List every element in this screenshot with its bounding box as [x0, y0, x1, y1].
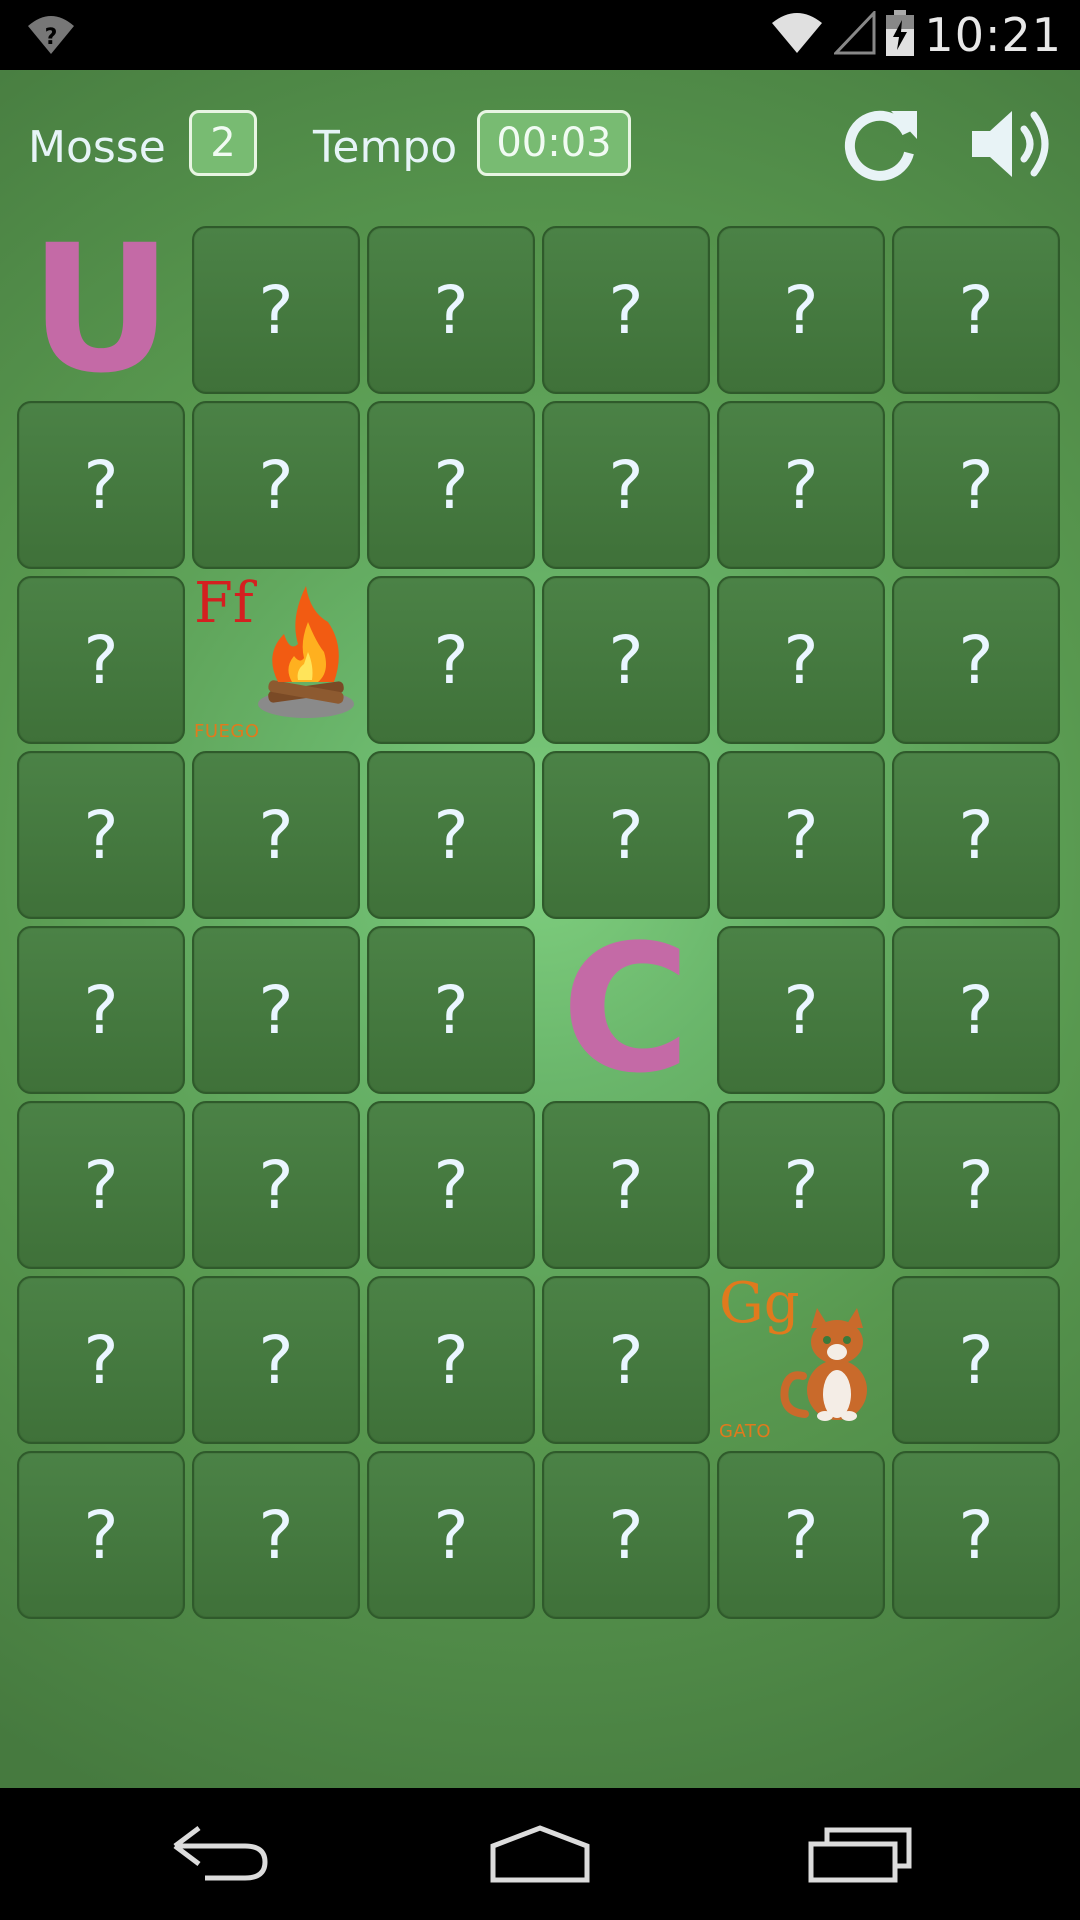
card-hidden[interactable]: ?	[892, 576, 1060, 744]
card-hidden[interactable]: ?	[192, 751, 360, 919]
card-hidden[interactable]: ?	[367, 1451, 535, 1619]
card-hidden[interactable]: ?	[17, 1276, 185, 1444]
card-hidden[interactable]: ?	[542, 1451, 710, 1619]
card-word: GATO	[719, 1421, 772, 1442]
card-hidden[interactable]: ?	[542, 226, 710, 394]
card-hidden[interactable]: ?	[192, 1276, 360, 1444]
card-hidden[interactable]: ?	[542, 751, 710, 919]
cat-icon	[775, 1302, 885, 1438]
navigation-bar	[0, 1788, 1080, 1920]
battery-charging-icon	[886, 10, 915, 60]
card-hidden[interactable]: ?	[892, 1276, 1060, 1444]
card-hidden[interactable]: ?	[192, 1451, 360, 1619]
card-hidden[interactable]: ?	[192, 1101, 360, 1269]
time-label: Tempo	[313, 122, 458, 173]
refresh-icon[interactable]	[832, 94, 932, 194]
status-bar: ? 10:21	[0, 0, 1080, 70]
campfire-icon	[250, 582, 360, 738]
wifi-icon	[770, 11, 824, 59]
card-hidden[interactable]: ?	[717, 1101, 885, 1269]
card-word: FUEGO	[194, 721, 260, 742]
card-hidden[interactable]: ?	[367, 926, 535, 1094]
moves-counter: 2	[189, 110, 257, 176]
card-hidden[interactable]: ?	[17, 751, 185, 919]
card-hidden[interactable]: ?	[717, 926, 885, 1094]
card-hidden[interactable]: ?	[17, 1101, 185, 1269]
hud: Mosse 2 Tempo 00:03	[0, 110, 1080, 182]
signal-icon	[832, 9, 876, 59]
card-hidden[interactable]: ?	[717, 401, 885, 569]
card-hidden[interactable]: ?	[892, 1451, 1060, 1619]
card-hidden[interactable]: ?	[17, 1451, 185, 1619]
card-revealed[interactable]: C	[542, 922, 710, 1098]
card-revealed[interactable]: Gg GATO	[717, 1276, 885, 1444]
card-grid: U???????????? Ff FUEGO????????????? C??????…	[17, 222, 1060, 1619]
card-hidden[interactable]: ?	[17, 576, 185, 744]
card-hidden[interactable]: ?	[717, 751, 885, 919]
speaker-icon[interactable]	[966, 94, 1066, 194]
svg-text:?: ?	[45, 25, 58, 50]
card-hidden[interactable]: ?	[717, 1451, 885, 1619]
moves-label: Mosse	[28, 122, 166, 173]
game-area: Mosse 2 Tempo 00:03 U???????????? Ff FUEGO…	[0, 70, 1080, 1788]
card-hidden[interactable]: ?	[542, 401, 710, 569]
back-icon[interactable]	[150, 1812, 290, 1896]
card-hidden[interactable]: ?	[192, 401, 360, 569]
card-hidden[interactable]: ?	[542, 576, 710, 744]
card-hidden[interactable]: ?	[892, 1101, 1060, 1269]
card-hidden[interactable]: ?	[892, 926, 1060, 1094]
card-letters: Ff	[194, 571, 254, 636]
recents-icon[interactable]	[790, 1812, 930, 1896]
card-hidden[interactable]: ?	[367, 576, 535, 744]
card-hidden[interactable]: ?	[17, 926, 185, 1094]
card-hidden[interactable]: ?	[717, 226, 885, 394]
card-hidden[interactable]: ?	[892, 751, 1060, 919]
card-letter: U	[29, 207, 173, 412]
card-hidden[interactable]: ?	[192, 926, 360, 1094]
card-hidden[interactable]: ?	[892, 401, 1060, 569]
time-counter: 00:03	[477, 110, 631, 176]
card-hidden[interactable]: ?	[367, 226, 535, 394]
card-revealed[interactable]: U	[17, 222, 185, 398]
home-icon[interactable]	[470, 1812, 610, 1896]
card-hidden[interactable]: ?	[17, 401, 185, 569]
card-revealed[interactable]: Ff FUEGO	[192, 576, 360, 744]
wifi-question-icon: ?	[26, 12, 76, 58]
card-hidden[interactable]: ?	[367, 751, 535, 919]
card-hidden[interactable]: ?	[367, 1101, 535, 1269]
card-letter: C	[561, 907, 691, 1112]
card-hidden[interactable]: ?	[542, 1101, 710, 1269]
card-hidden[interactable]: ?	[367, 401, 535, 569]
card-hidden[interactable]: ?	[367, 1276, 535, 1444]
card-hidden[interactable]: ?	[542, 1276, 710, 1444]
card-hidden[interactable]: ?	[192, 226, 360, 394]
status-time: 10:21	[924, 8, 1062, 62]
card-hidden[interactable]: ?	[717, 576, 885, 744]
card-hidden[interactable]: ?	[892, 226, 1060, 394]
